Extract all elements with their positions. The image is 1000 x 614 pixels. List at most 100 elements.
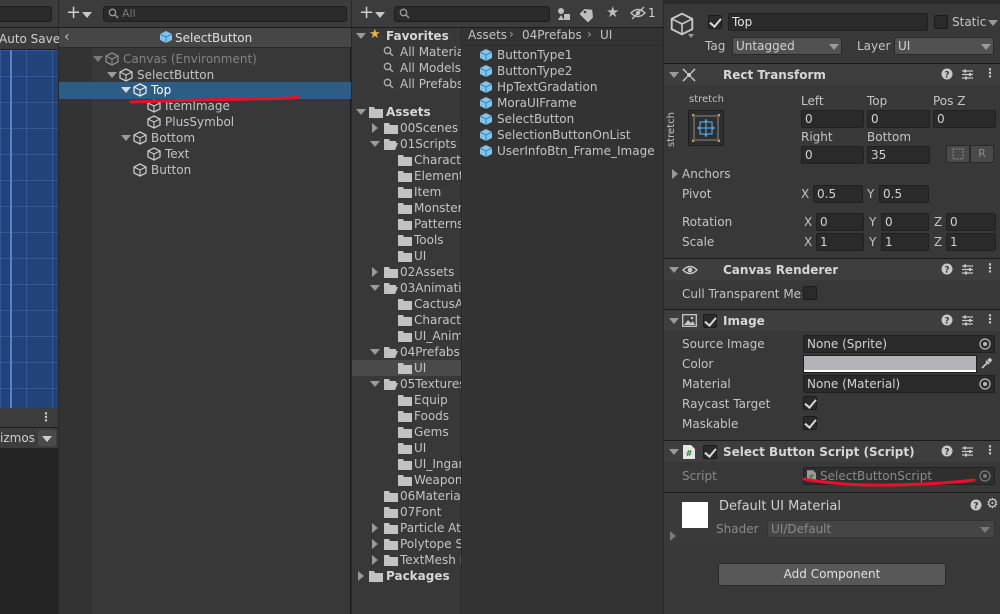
expand-arrow-icon[interactable]	[372, 523, 378, 533]
asset-item[interactable]: SelectionButtonOnList	[463, 127, 663, 143]
scale-x-field[interactable]: 1	[816, 233, 864, 251]
help-icon[interactable]: ?	[941, 314, 953, 326]
back-arrow-icon[interactable]: ‹	[64, 29, 70, 45]
expand-arrow-icon[interactable]	[121, 87, 131, 93]
asset-item[interactable]: HpTextGradation	[463, 79, 663, 95]
script-enabled-checkbox[interactable]	[703, 445, 717, 459]
more-menu-icon[interactable]: ⋮	[40, 410, 52, 424]
rect-transform-header[interactable]: Rect Transform ? ⋮	[664, 63, 1000, 85]
auto-save-label[interactable]: Auto Save	[0, 32, 60, 46]
game-view[interactable]	[0, 448, 58, 614]
expand-arrow-icon[interactable]	[370, 349, 380, 355]
scale-y-field[interactable]: 1	[881, 233, 929, 251]
create-button[interactable]: +	[63, 2, 92, 23]
folder-item[interactable]: TextMesh I	[352, 552, 461, 568]
object-name-input[interactable]: Top	[728, 13, 928, 31]
color-swatch[interactable]	[803, 355, 977, 373]
foldout-icon[interactable]	[669, 267, 679, 273]
hierarchy-item-plussymbol[interactable]: PlusSymbol	[59, 114, 351, 130]
folder-item[interactable]: Element	[352, 168, 461, 184]
preset-icon[interactable]	[961, 68, 974, 81]
folder-item[interactable]: Characte	[352, 312, 461, 328]
blueprint-mode-button[interactable]	[946, 145, 970, 163]
scene-viewport[interactable]	[0, 50, 58, 408]
asset-item[interactable]: UserInfoBtn_Frame_Image	[463, 143, 663, 159]
project-create-button[interactable]: +	[356, 2, 385, 23]
help-icon[interactable]: ?	[941, 445, 953, 457]
raycast-target-checkbox[interactable]	[803, 396, 817, 410]
breadcrumb-assets[interactable]: Assets	[468, 28, 507, 42]
tag-dropdown[interactable]: Untagged	[732, 37, 842, 55]
expand-arrow-icon[interactable]	[370, 381, 380, 387]
folder-item[interactable]: 05Textures	[352, 376, 461, 392]
folder-item[interactable]: Equip	[352, 392, 461, 408]
expand-arrow-icon[interactable]	[356, 33, 366, 39]
favorites-item[interactable]: All Prefabs	[352, 76, 461, 92]
favorites-item[interactable]: All Materia	[352, 44, 461, 60]
folder-item[interactable]: Polytope S	[352, 536, 461, 552]
label-filter-icon[interactable]	[580, 6, 596, 22]
foldout-icon[interactable]	[669, 318, 679, 324]
help-icon[interactable]: ?	[941, 263, 953, 275]
expand-arrow-icon[interactable]	[107, 72, 117, 78]
folder-item[interactable]: UI	[352, 440, 461, 456]
hierarchy-item-button[interactable]: Button	[59, 162, 351, 178]
gear-icon[interactable]: ⚙	[986, 496, 999, 512]
gizmos-dropdown[interactable]	[38, 430, 56, 446]
foldout-icon[interactable]	[670, 531, 676, 541]
folder-item[interactable]: UI_Ingan	[352, 456, 461, 472]
expand-arrow-icon[interactable]	[372, 267, 378, 277]
hierarchy-item-canvas[interactable]: Canvas (Environment)	[59, 51, 351, 67]
preset-icon[interactable]	[961, 445, 974, 458]
material-field[interactable]: None (Material)	[803, 375, 995, 393]
folder-item[interactable]: Gems	[352, 424, 461, 440]
expand-arrow-icon[interactable]	[372, 555, 378, 565]
object-picker-icon[interactable]	[979, 470, 991, 482]
add-component-button[interactable]: Add Component	[718, 563, 946, 586]
shader-dropdown[interactable]: UI/Default	[767, 520, 995, 538]
top-field[interactable]: 0	[867, 110, 930, 128]
foldout-icon[interactable]	[669, 449, 679, 455]
foldout-icon[interactable]	[669, 72, 679, 78]
packages-header[interactable]: Packages	[352, 568, 461, 584]
help-icon[interactable]: ?	[970, 499, 982, 511]
gizmos-button[interactable]: izmos	[0, 431, 35, 445]
breadcrumb-prefabs[interactable]: 04Prefabs	[522, 28, 582, 42]
eyedropper-icon[interactable]	[980, 357, 993, 370]
folder-item[interactable]: 01Scripts	[352, 136, 461, 152]
scale-z-field[interactable]: 1	[946, 233, 996, 251]
pivot-x-field[interactable]: 0.5	[813, 185, 863, 203]
folder-item[interactable]: Monster	[352, 200, 461, 216]
expand-arrow-icon[interactable]	[121, 135, 131, 141]
object-picker-icon[interactable]	[979, 378, 991, 390]
folder-item[interactable]: Patterns	[352, 216, 461, 232]
layer-dropdown[interactable]: UI	[894, 37, 994, 55]
bottom-field[interactable]: 35	[867, 146, 930, 164]
hierarchy-item-text[interactable]: Text	[59, 146, 351, 162]
asset-item[interactable]: ButtonType2	[463, 63, 663, 79]
folder-item[interactable]: Characte	[352, 152, 461, 168]
static-checkbox[interactable]	[934, 15, 948, 29]
project-search-input[interactable]	[394, 6, 550, 22]
posz-field[interactable]: 0	[933, 110, 996, 128]
hidden-packages-icon[interactable]	[630, 6, 646, 20]
favorites-item[interactable]: All Models	[352, 60, 461, 76]
folder-item[interactable]: 00Scenes	[352, 120, 461, 136]
image-enabled-checkbox[interactable]	[703, 314, 717, 328]
folder-item[interactable]: UI	[352, 248, 461, 264]
hierarchy-item-bottom[interactable]: Bottom	[59, 130, 351, 146]
folder-item[interactable]: Foods	[352, 408, 461, 424]
expand-arrow-icon[interactable]	[356, 109, 366, 115]
help-icon[interactable]: ?	[941, 68, 953, 80]
preset-icon[interactable]	[961, 314, 974, 327]
cull-transparent-checkbox[interactable]	[803, 286, 817, 300]
search-by-type-icon[interactable]	[556, 6, 572, 22]
expand-arrow-icon[interactable]	[370, 141, 380, 147]
image-header[interactable]: Image ? ⋮	[664, 309, 1000, 331]
anchor-presets-button[interactable]	[688, 110, 724, 146]
hierarchy-item-selectbutton[interactable]: SelectButton	[59, 67, 351, 83]
hierarchy-search-input[interactable]: All	[103, 6, 347, 22]
folder-item[interactable]: Particle Att	[352, 520, 461, 536]
asset-item[interactable]: MoraUIFrame	[463, 95, 663, 111]
folder-item[interactable]: 04Prefabs	[352, 344, 461, 360]
